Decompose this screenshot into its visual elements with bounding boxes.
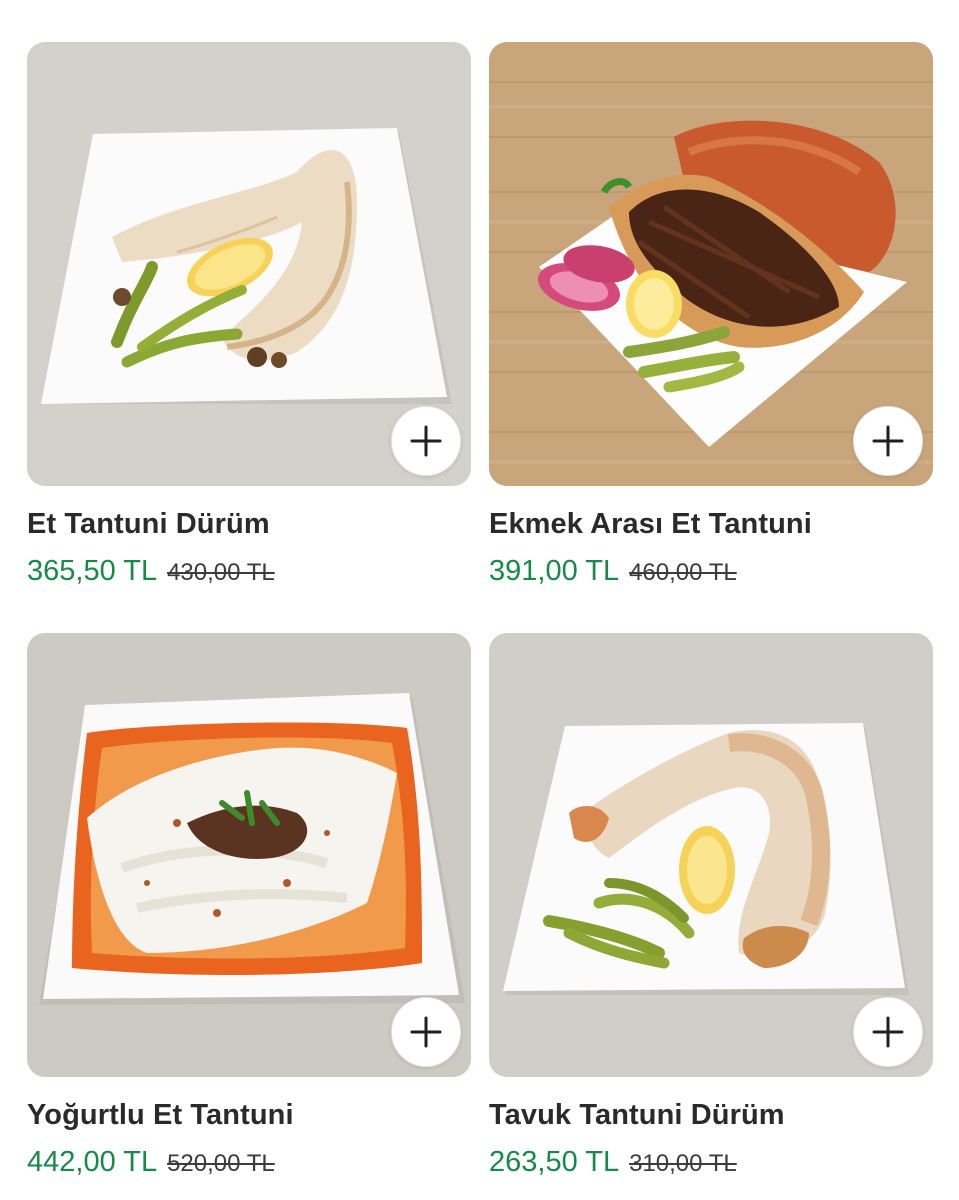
product-image[interactable]: [489, 633, 933, 1077]
price-row: 442,00 TL 520,00 TL: [27, 1146, 471, 1179]
product-name[interactable]: Tavuk Tantuni Dürüm: [489, 1099, 933, 1132]
product-image[interactable]: [489, 42, 933, 486]
old-price: 460,00 TL: [629, 559, 737, 586]
add-to-cart-button[interactable]: [853, 997, 923, 1067]
product-image[interactable]: [27, 42, 471, 486]
plus-icon: [410, 425, 442, 457]
current-price: 263,50 TL: [489, 1146, 620, 1178]
product-card[interactable]: Et Tantuni Dürüm 365,50 TL 430,00 TL: [27, 42, 471, 588]
product-grid: Et Tantuni Dürüm 365,50 TL 430,00 TL Ekm…: [0, 0, 959, 1200]
plus-icon: [872, 1016, 904, 1048]
product-card[interactable]: Yoğurtlu Et Tantuni 442,00 TL 520,00 TL: [27, 633, 471, 1179]
plus-icon: [410, 1016, 442, 1048]
add-to-cart-button[interactable]: [391, 997, 461, 1067]
price-row: 263,50 TL 310,00 TL: [489, 1146, 933, 1179]
old-price: 430,00 TL: [167, 559, 275, 586]
current-price: 365,50 TL: [27, 555, 158, 587]
add-to-cart-button[interactable]: [391, 406, 461, 476]
plus-icon: [872, 425, 904, 457]
product-name[interactable]: Yoğurtlu Et Tantuni: [27, 1099, 471, 1132]
product-name[interactable]: Ekmek Arası Et Tantuni: [489, 508, 933, 541]
product-name[interactable]: Et Tantuni Dürüm: [27, 508, 471, 541]
old-price: 520,00 TL: [167, 1150, 275, 1177]
product-card[interactable]: Ekmek Arası Et Tantuni 391,00 TL 460,00 …: [489, 42, 933, 588]
current-price: 391,00 TL: [489, 555, 620, 587]
old-price: 310,00 TL: [629, 1150, 737, 1177]
product-image[interactable]: [27, 633, 471, 1077]
price-row: 391,00 TL 460,00 TL: [489, 555, 933, 588]
price-row: 365,50 TL 430,00 TL: [27, 555, 471, 588]
current-price: 442,00 TL: [27, 1146, 158, 1178]
product-card[interactable]: Tavuk Tantuni Dürüm 263,50 TL 310,00 TL: [489, 633, 933, 1179]
add-to-cart-button[interactable]: [853, 406, 923, 476]
